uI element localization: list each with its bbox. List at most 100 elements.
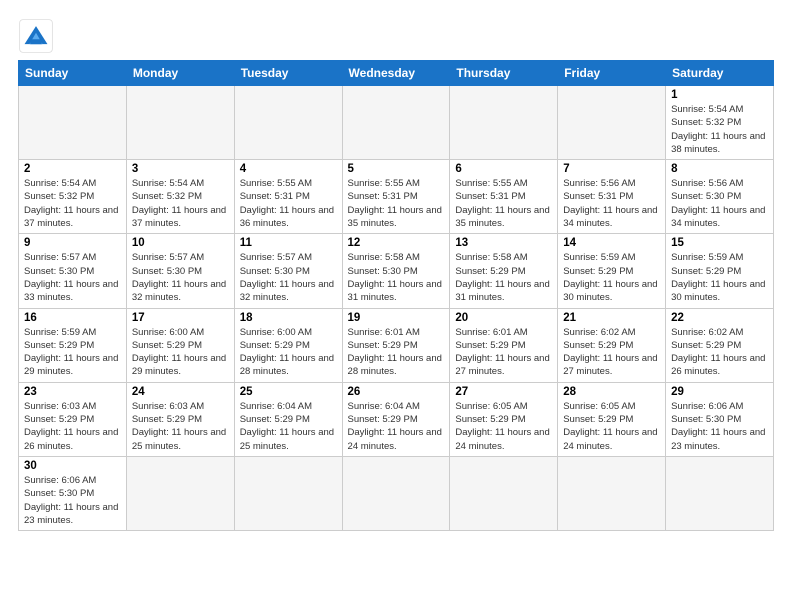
day-info: Sunrise: 5:59 AMSunset: 5:29 PMDaylight:… <box>24 326 121 379</box>
calendar-cell-19: 19 Sunrise: 6:01 AMSunset: 5:29 PMDayligh… <box>342 308 450 382</box>
day-info: Sunrise: 5:55 AMSunset: 5:31 PMDaylight:… <box>240 177 337 230</box>
day-number: 3 <box>132 163 229 175</box>
day-info: Sunrise: 5:58 AMSunset: 5:29 PMDaylight:… <box>455 251 552 304</box>
calendar-cell-12: 12Sunrise: 5:58 AMSunset: 5:30 PMDayligh… <box>342 234 450 308</box>
day-number: 8 <box>671 163 768 175</box>
day-info: Sunrise: 5:59 AMSunset: 5:29 PMDaylight:… <box>563 251 660 304</box>
day-info: Sunrise: 6:05 AMSunset: 5:29 PMDaylight:… <box>455 400 552 453</box>
day-number: 12 <box>348 237 445 249</box>
calendar: SundayMondayTuesdayWednesdayThursdayFrid… <box>18 60 774 531</box>
calendar-cell-16: 16 Sunrise: 5:59 AMSunset: 5:29 PMDayligh… <box>19 308 127 382</box>
weekday-header-sunday: Sunday <box>19 61 127 86</box>
logo <box>18 18 58 54</box>
day-info: Sunrise: 5:55 AMSunset: 5:31 PMDaylight:… <box>348 177 445 230</box>
day-info: Sunrise: 5:57 AMSunset: 5:30 PMDaylight:… <box>24 251 121 304</box>
day-number: 20 <box>455 312 552 324</box>
day-number: 19 <box>348 312 445 324</box>
day-number: 9 <box>24 237 121 249</box>
day-number: 1 <box>671 89 768 101</box>
calendar-cell-empty <box>342 456 450 530</box>
calendar-cell-30: 30 Sunrise: 6:06 AMSunset: 5:30 PMDayligh… <box>19 456 127 530</box>
calendar-cell-empty <box>558 86 666 160</box>
calendar-cell-empty <box>126 456 234 530</box>
day-number: 23 <box>24 386 121 398</box>
calendar-cell-5: 5 Sunrise: 5:55 AMSunset: 5:31 PMDaylight… <box>342 160 450 234</box>
calendar-cell-3: 3 Sunrise: 5:54 AMSunset: 5:32 PMDaylight… <box>126 160 234 234</box>
calendar-cell-11: 11Sunrise: 5:57 AMSunset: 5:30 PMDayligh… <box>234 234 342 308</box>
calendar-cell-28: 28Sunrise: 6:05 AMSunset: 5:29 PMDayligh… <box>558 382 666 456</box>
calendar-week-5: 23 Sunrise: 6:03 AMSunset: 5:29 PMDayligh… <box>19 382 774 456</box>
day-number: 21 <box>563 312 660 324</box>
day-info: Sunrise: 5:59 AMSunset: 5:29 PMDaylight:… <box>671 251 768 304</box>
day-number: 16 <box>24 312 121 324</box>
calendar-cell-empty <box>234 86 342 160</box>
day-number: 22 <box>671 312 768 324</box>
day-info: Sunrise: 6:00 AMSunset: 5:29 PMDaylight:… <box>240 326 337 379</box>
calendar-cell-2: 2Sunrise: 5:54 AMSunset: 5:32 PMDaylight… <box>19 160 127 234</box>
day-number: 27 <box>455 386 552 398</box>
day-number: 14 <box>563 237 660 249</box>
day-info: Sunrise: 5:56 AMSunset: 5:31 PMDaylight:… <box>563 177 660 230</box>
calendar-cell-empty <box>450 456 558 530</box>
day-info: Sunrise: 5:54 AMSunset: 5:32 PMDaylight:… <box>671 103 768 156</box>
calendar-cell-10: 10 Sunrise: 5:57 AMSunset: 5:30 PMDayligh… <box>126 234 234 308</box>
calendar-cell-23: 23Sunrise: 6:03 AMSunset: 5:29 PMDayligh… <box>19 382 127 456</box>
day-info: Sunrise: 6:02 AMSunset: 5:29 PMDaylight:… <box>563 326 660 379</box>
day-info: Sunrise: 6:01 AMSunset: 5:29 PMDaylight:… <box>455 326 552 379</box>
day-info: Sunrise: 5:54 AMSunset: 5:32 PMDaylight:… <box>24 177 121 230</box>
calendar-cell-27: 27 Sunrise: 6:05 AMSunset: 5:29 PMDayligh… <box>450 382 558 456</box>
calendar-cell-8: 8 Sunrise: 5:56 AMSunset: 5:30 PMDaylight… <box>666 160 774 234</box>
day-number: 18 <box>240 312 337 324</box>
day-number: 30 <box>24 460 121 472</box>
calendar-cell-29: 29Sunrise: 6:06 AMSunset: 5:30 PMDayligh… <box>666 382 774 456</box>
day-number: 29 <box>671 386 768 398</box>
calendar-cell-26: 26 Sunrise: 6:04 AMSunset: 5:29 PMDayligh… <box>342 382 450 456</box>
weekday-header-friday: Friday <box>558 61 666 86</box>
day-info: Sunrise: 6:05 AMSunset: 5:29 PMDaylight:… <box>563 400 660 453</box>
calendar-cell-15: 15 Sunrise: 5:59 AMSunset: 5:29 PMDayligh… <box>666 234 774 308</box>
calendar-cell-25: 25 Sunrise: 6:04 AMSunset: 5:29 PMDayligh… <box>234 382 342 456</box>
calendar-week-6: 30 Sunrise: 6:06 AMSunset: 5:30 PMDayligh… <box>19 456 774 530</box>
calendar-week-3: 9 Sunrise: 5:57 AMSunset: 5:30 PMDaylight… <box>19 234 774 308</box>
day-info: Sunrise: 6:04 AMSunset: 5:29 PMDaylight:… <box>348 400 445 453</box>
day-number: 26 <box>348 386 445 398</box>
weekday-header-monday: Monday <box>126 61 234 86</box>
page: SundayMondayTuesdayWednesdayThursdayFrid… <box>0 0 792 612</box>
day-number: 25 <box>240 386 337 398</box>
weekday-header-row: SundayMondayTuesdayWednesdayThursdayFrid… <box>19 61 774 86</box>
day-number: 17 <box>132 312 229 324</box>
weekday-header-thursday: Thursday <box>450 61 558 86</box>
day-info: Sunrise: 5:56 AMSunset: 5:30 PMDaylight:… <box>671 177 768 230</box>
day-number: 5 <box>348 163 445 175</box>
day-info: Sunrise: 5:54 AMSunset: 5:32 PMDaylight:… <box>132 177 229 230</box>
calendar-cell-empty <box>126 86 234 160</box>
calendar-cell-7: 7 Sunrise: 5:56 AMSunset: 5:31 PMDaylight… <box>558 160 666 234</box>
day-info: Sunrise: 6:03 AMSunset: 5:29 PMDaylight:… <box>132 400 229 453</box>
calendar-cell-empty <box>450 86 558 160</box>
calendar-cell-1: 1 Sunrise: 5:54 AMSunset: 5:32 PMDaylight… <box>666 86 774 160</box>
calendar-cell-empty <box>19 86 127 160</box>
calendar-cell-20: 20 Sunrise: 6:01 AMSunset: 5:29 PMDayligh… <box>450 308 558 382</box>
calendar-cell-6: 6 Sunrise: 5:55 AMSunset: 5:31 PMDaylight… <box>450 160 558 234</box>
day-number: 24 <box>132 386 229 398</box>
calendar-cell-14: 14 Sunrise: 5:59 AMSunset: 5:29 PMDayligh… <box>558 234 666 308</box>
calendar-week-4: 16 Sunrise: 5:59 AMSunset: 5:29 PMDayligh… <box>19 308 774 382</box>
calendar-cell-17: 17Sunrise: 6:00 AMSunset: 5:29 PMDayligh… <box>126 308 234 382</box>
day-number: 13 <box>455 237 552 249</box>
calendar-week-2: 2Sunrise: 5:54 AMSunset: 5:32 PMDaylight… <box>19 160 774 234</box>
day-number: 7 <box>563 163 660 175</box>
day-number: 11 <box>240 237 337 249</box>
day-number: 6 <box>455 163 552 175</box>
day-number: 10 <box>132 237 229 249</box>
calendar-cell-24: 24 Sunrise: 6:03 AMSunset: 5:29 PMDayligh… <box>126 382 234 456</box>
day-info: Sunrise: 5:55 AMSunset: 5:31 PMDaylight:… <box>455 177 552 230</box>
day-number: 15 <box>671 237 768 249</box>
day-info: Sunrise: 6:01 AMSunset: 5:29 PMDaylight:… <box>348 326 445 379</box>
calendar-cell-22: 22 Sunrise: 6:02 AMSunset: 5:29 PMDayligh… <box>666 308 774 382</box>
calendar-cell-empty <box>558 456 666 530</box>
day-info: Sunrise: 5:57 AMSunset: 5:30 PMDaylight:… <box>132 251 229 304</box>
day-info: Sunrise: 6:02 AMSunset: 5:29 PMDaylight:… <box>671 326 768 379</box>
day-info: Sunrise: 6:04 AMSunset: 5:29 PMDaylight:… <box>240 400 337 453</box>
day-info: Sunrise: 6:06 AMSunset: 5:30 PMDaylight:… <box>24 474 121 527</box>
day-number: 4 <box>240 163 337 175</box>
